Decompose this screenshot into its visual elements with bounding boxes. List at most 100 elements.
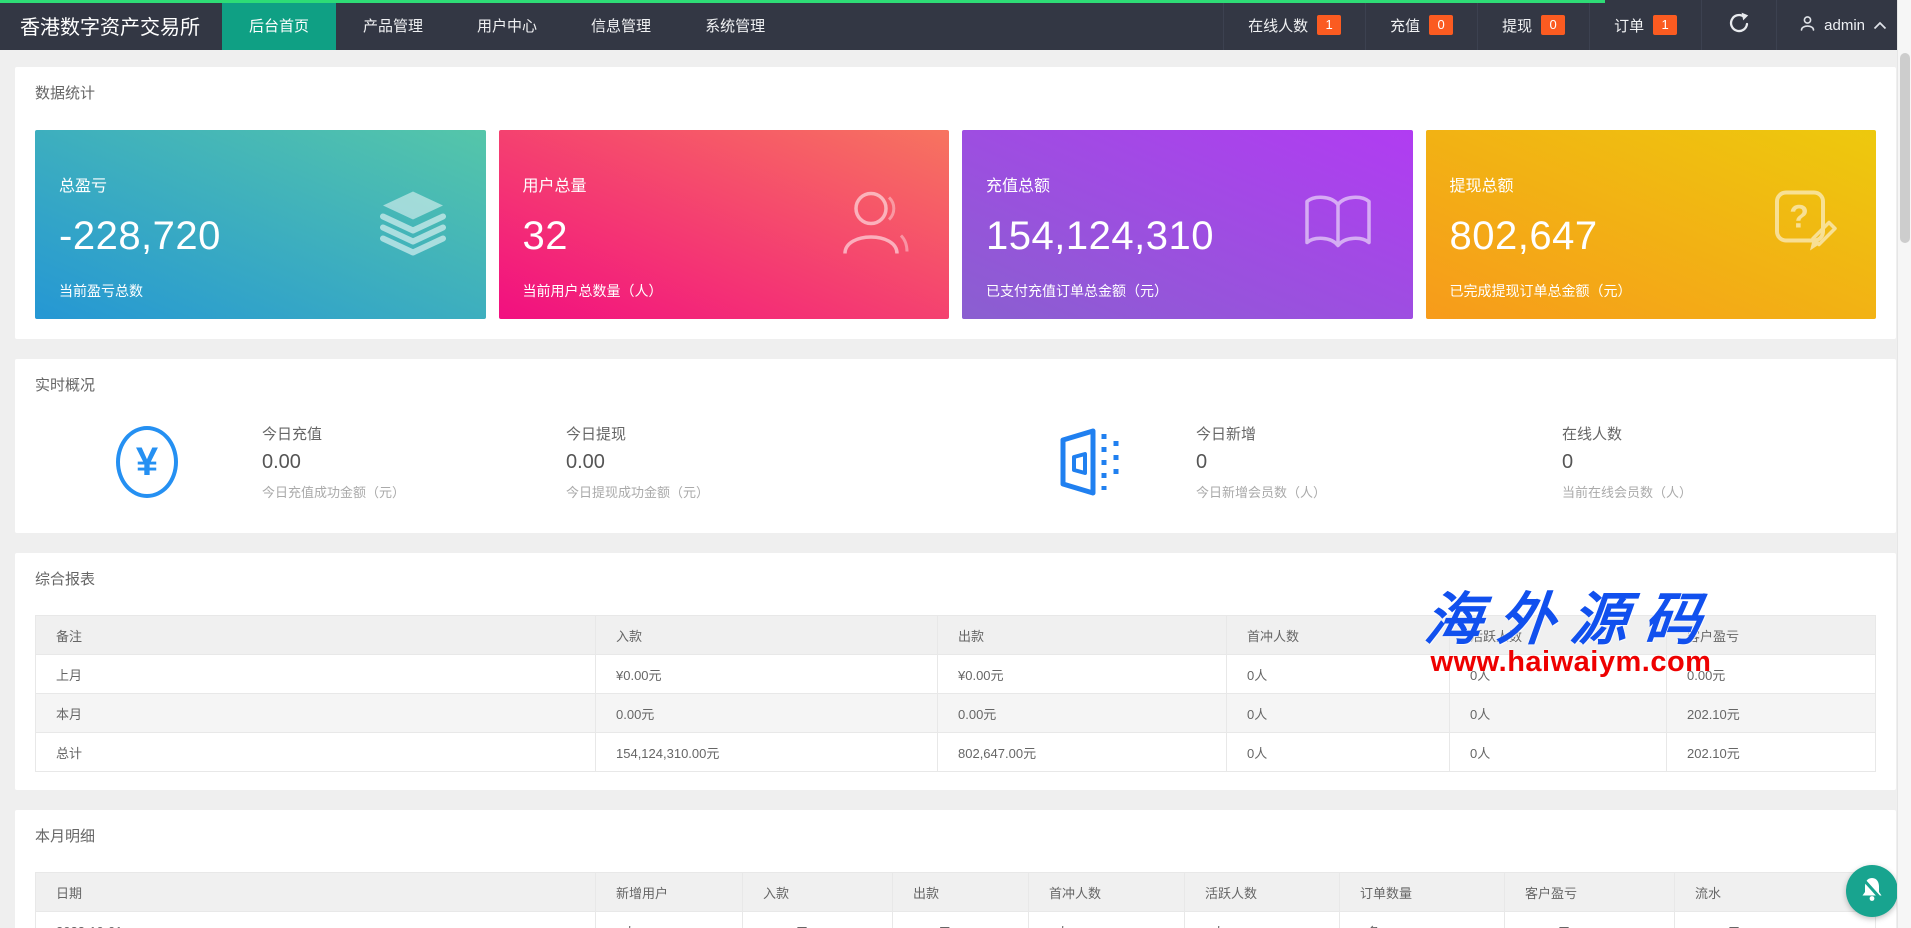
stat-card-total-withdraw: 提现总额 802,647 已完成提现订单总金额（元） ? bbox=[1426, 130, 1877, 319]
panel-title: 实时概况 bbox=[35, 377, 1876, 395]
menu-item-information[interactable]: 信息管理 bbox=[564, 0, 678, 50]
refresh-button[interactable] bbox=[1701, 0, 1776, 50]
status-withdraw[interactable]: 提现 0 bbox=[1477, 0, 1589, 50]
table-row: 总计 154,124,310.00元 802,647.00元 0人 0人 202… bbox=[36, 733, 1876, 772]
stat-card-desc: 当前用户总数量（人） bbox=[523, 281, 950, 301]
table-cell: ¥0.00元 bbox=[1505, 912, 1675, 928]
top-navbar: 香港数字资产交易所 后台首页 产品管理 用户中心 信息管理 系统管理 在线人数 … bbox=[0, 0, 1911, 50]
status-badge: 1 bbox=[1653, 15, 1677, 35]
building-icon bbox=[1049, 424, 1129, 500]
status-badge: 0 bbox=[1541, 15, 1565, 35]
realtime-value: 0.00 bbox=[262, 451, 566, 474]
user-menu[interactable]: admin bbox=[1776, 0, 1911, 50]
column-header: 客户盈亏 bbox=[1505, 873, 1675, 912]
table-cell: 2023-10-01 bbox=[36, 912, 596, 928]
table-cell: 0人 bbox=[1450, 733, 1667, 772]
table-header-row: 日期 新增用户 入款 出款 首冲人数 活跃人数 订单数量 客户盈亏 流水 bbox=[36, 873, 1876, 912]
table-cell: 0人 bbox=[596, 912, 743, 928]
table-cell: 0.00元 bbox=[596, 694, 938, 733]
status-withdraw-label: 提现 bbox=[1502, 15, 1532, 36]
status-online-users-label: 在线人数 bbox=[1248, 15, 1308, 36]
realtime-label: 今日新增 bbox=[1196, 423, 1562, 444]
column-header: 备注 bbox=[36, 616, 596, 655]
table-cell: 0人 bbox=[1227, 733, 1450, 772]
table-cell: 0人 bbox=[1450, 694, 1667, 733]
stat-cards-row: 总盈亏 -228,720 当前盈亏总数 用户总量 32 当前用户总数量（人） bbox=[35, 130, 1876, 319]
realtime-label: 今日提现 bbox=[566, 423, 866, 444]
panel-summary-report: 综合报表 备注 入款 出款 首冲人数 活跃人数 客户盈亏 上月 ¥0. bbox=[15, 553, 1896, 790]
table-cell: 202.10元 bbox=[1667, 733, 1876, 772]
table-cell: 0人 bbox=[1029, 912, 1185, 928]
table-cell: ¥0.00元 bbox=[743, 912, 893, 928]
realtime-desc: 今日充值成功金额（元） bbox=[262, 482, 566, 501]
column-header: 客户盈亏 bbox=[1667, 616, 1876, 655]
stat-card-desc: 已支付充值订单总金额（元） bbox=[986, 281, 1413, 301]
table-row: 本月 0.00元 0.00元 0人 0人 202.10元 bbox=[36, 694, 1876, 733]
column-header: 订单数量 bbox=[1340, 873, 1505, 912]
table-cell: 802,647.00元 bbox=[938, 733, 1227, 772]
status-orders-label: 订单 bbox=[1614, 15, 1644, 36]
table-header-row: 备注 入款 出款 首冲人数 活跃人数 客户盈亏 bbox=[36, 616, 1876, 655]
main-content: 数据统计 总盈亏 -228,720 当前盈亏总数 用户总量 32 bbox=[0, 50, 1911, 928]
status-badge: 1 bbox=[1317, 15, 1341, 35]
bell-slash-icon bbox=[1857, 874, 1887, 909]
column-header: 首冲人数 bbox=[1029, 873, 1185, 912]
panel-title: 综合报表 bbox=[35, 571, 1876, 589]
stat-card-desc: 当前盈亏总数 bbox=[59, 281, 486, 301]
realtime-desc: 今日提现成功金额（元） bbox=[566, 482, 866, 501]
table-cell: 上月 bbox=[36, 655, 596, 694]
table-cell: 202.10元 bbox=[1667, 694, 1876, 733]
panel-title: 数据统计 bbox=[35, 85, 1876, 103]
scrollbar-thumb[interactable] bbox=[1900, 53, 1910, 243]
column-header: 入款 bbox=[743, 873, 893, 912]
realtime-item-today-recharge: 今日充值 0.00 今日充值成功金额（元） bbox=[262, 423, 566, 501]
stat-card-desc: 已完成提现订单总金额（元） bbox=[1450, 281, 1877, 301]
realtime-desc: 今日新增会员数（人） bbox=[1196, 482, 1562, 501]
column-header: 出款 bbox=[938, 616, 1227, 655]
menu-item-dashboard[interactable]: 后台首页 bbox=[222, 0, 336, 50]
column-header: 新增用户 bbox=[596, 873, 743, 912]
panel-realtime-overview: 实时概况 ¥ 今日充值 0.00 今日充值成功金额（元） 今日提现 0.00 今… bbox=[15, 359, 1896, 533]
layers-icon bbox=[376, 189, 450, 260]
panel-title: 本月明细 bbox=[35, 828, 1876, 846]
table-cell: 0人 bbox=[1227, 694, 1450, 733]
realtime-row: ¥ 今日充值 0.00 今日充值成功金额（元） 今日提现 0.00 今日提现成功… bbox=[35, 419, 1876, 505]
table-cell: 0人 bbox=[1227, 655, 1450, 694]
yen-circle-icon: ¥ bbox=[116, 426, 178, 498]
status-recharge[interactable]: 充值 0 bbox=[1365, 0, 1477, 50]
realtime-desc: 当前在线会员数（人） bbox=[1562, 482, 1862, 501]
page-scrollbar[interactable] bbox=[1897, 0, 1911, 928]
column-header: 出款 bbox=[893, 873, 1029, 912]
panel-month-detail: 本月明细 日期 新增用户 入款 出款 首冲人数 活跃人数 订单数量 客户盈亏 流… bbox=[15, 810, 1896, 928]
status-orders[interactable]: 订单 1 bbox=[1589, 0, 1701, 50]
question-mark-glyph: ? bbox=[1789, 198, 1809, 234]
stat-card-total-recharge: 充值总额 154,124,310 已支付充值订单总金额（元） bbox=[962, 130, 1413, 319]
realtime-item-today-withdraw: 今日提现 0.00 今日提现成功金额（元） bbox=[566, 423, 866, 501]
table-cell: ¥0.00元 bbox=[596, 655, 938, 694]
user-name: admin bbox=[1824, 17, 1865, 34]
table-cell: 0.00元 bbox=[1667, 655, 1876, 694]
table-cell: 0.00元 bbox=[938, 694, 1227, 733]
navbar-right-area: 在线人数 1 充值 0 提现 0 订单 1 bbox=[1223, 0, 1911, 50]
table-row: 上月 ¥0.00元 ¥0.00元 0人 0人 0.00元 bbox=[36, 655, 1876, 694]
realtime-value: 0 bbox=[1196, 451, 1562, 474]
menu-item-products[interactable]: 产品管理 bbox=[336, 0, 450, 50]
table-cell: ¥0.00元 bbox=[938, 655, 1227, 694]
user-icon bbox=[839, 187, 913, 262]
column-header: 活跃人数 bbox=[1450, 616, 1667, 655]
mute-notifications-fab[interactable] bbox=[1846, 865, 1898, 917]
main-menu: 后台首页 产品管理 用户中心 信息管理 系统管理 bbox=[222, 0, 792, 50]
menu-item-system[interactable]: 系统管理 bbox=[678, 0, 792, 50]
status-badge: 0 bbox=[1429, 15, 1453, 35]
panel-data-statistics: 数据统计 总盈亏 -228,720 当前盈亏总数 用户总量 32 bbox=[15, 67, 1896, 339]
status-online-users[interactable]: 在线人数 1 bbox=[1223, 0, 1365, 50]
table-cell: 0人 bbox=[1450, 655, 1667, 694]
table-row: 2023-10-01 0人 ¥0.00元 0.00元 0人 0人 0条 ¥0.0… bbox=[36, 912, 1876, 928]
user-icon bbox=[1799, 15, 1816, 36]
table-cell: 0.00元 bbox=[893, 912, 1029, 928]
column-header: 日期 bbox=[36, 873, 596, 912]
page-loading-progress-bar bbox=[0, 0, 1605, 3]
menu-item-users[interactable]: 用户中心 bbox=[450, 0, 564, 50]
realtime-item-today-new-members: 今日新增 0 今日新增会员数（人） bbox=[1196, 423, 1562, 501]
realtime-label: 在线人数 bbox=[1562, 423, 1862, 444]
